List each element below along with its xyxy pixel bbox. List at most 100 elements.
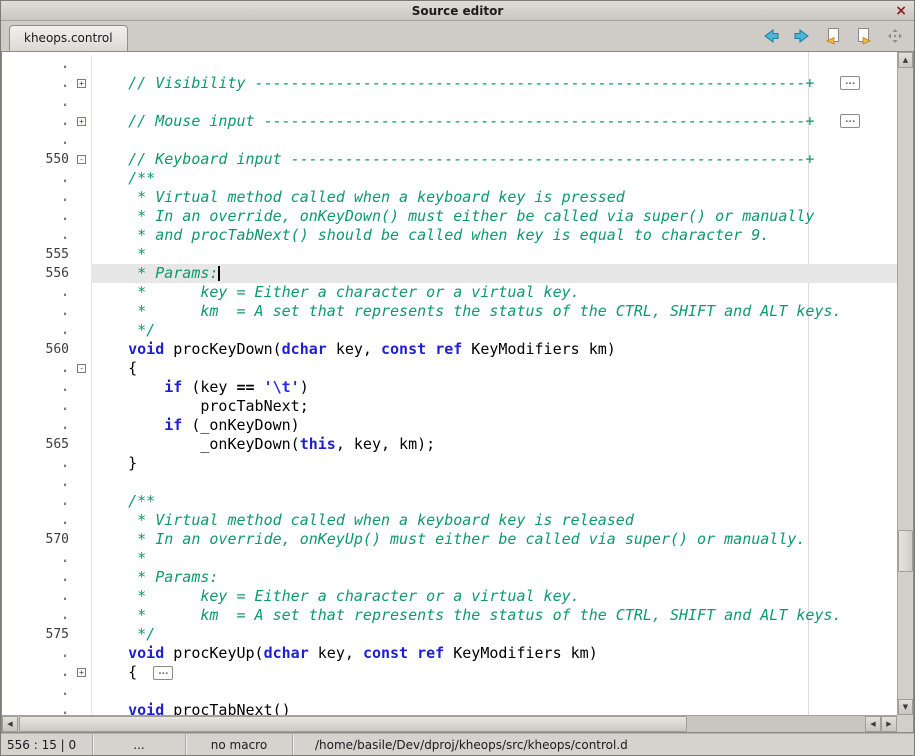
code-line[interactable]: . * km = A set that represents the statu… <box>2 302 897 321</box>
vertical-scrollbar-thumb[interactable] <box>898 530 913 572</box>
fold-toggle-icon[interactable]: + <box>77 668 86 677</box>
scroll-left-button[interactable]: ◀ <box>2 716 18 732</box>
horizontal-scrollbar-thumb[interactable] <box>19 716 687 732</box>
doc-jump-next-button[interactable] <box>853 25 875 47</box>
line-number[interactable]: 555 <box>2 245 74 264</box>
code-line[interactable]: .- { <box>2 359 897 378</box>
code-line[interactable]: . procTabNext; <box>2 397 897 416</box>
line-number[interactable]: . <box>2 701 74 715</box>
line-number[interactable]: . <box>2 188 74 207</box>
code-line[interactable]: 556 * Params: <box>2 264 897 283</box>
folded-ellipsis-icon[interactable]: ... <box>840 76 860 90</box>
doc-jump-prev-icon <box>824 27 842 45</box>
line-number[interactable]: . <box>2 397 74 416</box>
line-number[interactable]: . <box>2 302 74 321</box>
code-line[interactable]: .+ // Visibility -----------------------… <box>2 74 897 93</box>
detach-button[interactable] <box>884 25 906 47</box>
code-line[interactable]: . <box>2 131 897 150</box>
line-number[interactable]: . <box>2 378 74 397</box>
code-line[interactable]: . /** <box>2 492 897 511</box>
scroll-down-button[interactable]: ▼ <box>898 699 913 715</box>
line-number[interactable]: . <box>2 226 74 245</box>
line-number[interactable]: . <box>2 169 74 188</box>
code-segment: ) <box>300 378 309 396</box>
code-line[interactable]: 550- // Keyboard input -----------------… <box>2 150 897 169</box>
line-number[interactable]: . <box>2 416 74 435</box>
code-line[interactable]: 555 * <box>2 245 897 264</box>
code-text <box>92 93 897 112</box>
code-line[interactable]: 575 */ <box>2 625 897 644</box>
code-line[interactable]: . <box>2 93 897 112</box>
line-number[interactable]: . <box>2 473 74 492</box>
code-line[interactable]: . * In an override, onKeyDown() must eit… <box>2 207 897 226</box>
scroll-right-button[interactable]: ▶ <box>881 716 897 732</box>
line-number[interactable]: . <box>2 283 74 302</box>
line-number[interactable]: . <box>2 549 74 568</box>
close-icon[interactable]: × <box>895 2 907 20</box>
fold-toggle-icon[interactable]: + <box>77 117 86 126</box>
scroll-up-button[interactable]: ▲ <box>898 52 913 68</box>
fold-gutter: + <box>74 663 92 682</box>
line-number[interactable]: . <box>2 93 74 112</box>
code-line[interactable]: . } <box>2 454 897 473</box>
line-number[interactable]: . <box>2 492 74 511</box>
code-line[interactable]: . <box>2 473 897 492</box>
folded-ellipsis-icon[interactable]: ... <box>840 114 860 128</box>
line-number[interactable]: . <box>2 644 74 663</box>
fold-toggle-icon[interactable]: - <box>77 364 86 373</box>
code-line[interactable]: . * key = Either a character or a virtua… <box>2 587 897 606</box>
line-number[interactable]: . <box>2 682 74 701</box>
code-line[interactable]: . * key = Either a character or a virtua… <box>2 283 897 302</box>
line-number[interactable]: . <box>2 131 74 150</box>
nav-back-button[interactable] <box>760 25 782 47</box>
code-line[interactable]: 560 void procKeyDown(dchar key, const re… <box>2 340 897 359</box>
code-line[interactable]: . * <box>2 549 897 568</box>
line-number[interactable]: . <box>2 207 74 226</box>
line-number[interactable]: . <box>2 568 74 587</box>
tab-kheops-control[interactable]: kheops.control <box>9 25 128 51</box>
code-line[interactable]: 570 * In an override, onKeyUp() must eit… <box>2 530 897 549</box>
line-number[interactable]: . <box>2 511 74 530</box>
line-number[interactable]: 560 <box>2 340 74 359</box>
line-number[interactable]: . <box>2 663 74 682</box>
doc-jump-prev-button[interactable] <box>822 25 844 47</box>
code-line[interactable]: . * and procTabNext() should be called w… <box>2 226 897 245</box>
line-number[interactable]: . <box>2 587 74 606</box>
code-line[interactable]: .+ // Mouse input ----------------------… <box>2 112 897 131</box>
code-line[interactable]: . void procKeyUp(dchar key, const ref Ke… <box>2 644 897 663</box>
line-number[interactable]: 556 <box>2 264 74 283</box>
code-line[interactable]: . if (_onKeyDown) <box>2 416 897 435</box>
nav-forward-button[interactable] <box>791 25 813 47</box>
vertical-scrollbar[interactable]: ▲ ▼ <box>897 52 913 715</box>
code-line[interactable]: . <box>2 682 897 701</box>
line-number[interactable]: . <box>2 454 74 473</box>
scroll-left-button-2[interactable]: ◀ <box>865 716 881 732</box>
code-line[interactable]: . if (key == '\t') <box>2 378 897 397</box>
line-number[interactable]: . <box>2 359 74 378</box>
line-number[interactable]: . <box>2 74 74 93</box>
fold-toggle-icon[interactable]: - <box>77 155 86 164</box>
line-number[interactable]: . <box>2 606 74 625</box>
line-number[interactable]: 575 <box>2 625 74 644</box>
code-line[interactable]: . */ <box>2 321 897 340</box>
horizontal-scrollbar[interactable]: ◀ ◀ ▶ <box>2 715 897 732</box>
line-number[interactable]: 550 <box>2 150 74 169</box>
line-number[interactable]: . <box>2 321 74 340</box>
code-line[interactable]: . * Params: <box>2 568 897 587</box>
code-line[interactable]: 565 _onKeyDown(this, key, km); <box>2 435 897 454</box>
folded-ellipsis-icon[interactable]: ... <box>153 666 173 680</box>
code-line[interactable]: . * Virtual method called when a keyboar… <box>2 511 897 530</box>
fold-toggle-icon[interactable]: + <box>77 79 86 88</box>
code-line[interactable]: . * km = A set that represents the statu… <box>2 606 897 625</box>
code-line[interactable]: . /** <box>2 169 897 188</box>
line-number[interactable]: 565 <box>2 435 74 454</box>
line-number[interactable]: . <box>2 55 74 74</box>
titlebar[interactable]: Source editor × <box>1 1 914 21</box>
line-number[interactable]: . <box>2 112 74 131</box>
code-line[interactable]: . void procTabNext() <box>2 701 897 715</box>
line-number[interactable]: 570 <box>2 530 74 549</box>
code-line[interactable]: . <box>2 55 897 74</box>
code-area[interactable]: ..+ // Visibility ----------------------… <box>2 52 897 715</box>
code-line[interactable]: .+ { ... <box>2 663 897 682</box>
code-line[interactable]: . * Virtual method called when a keyboar… <box>2 188 897 207</box>
